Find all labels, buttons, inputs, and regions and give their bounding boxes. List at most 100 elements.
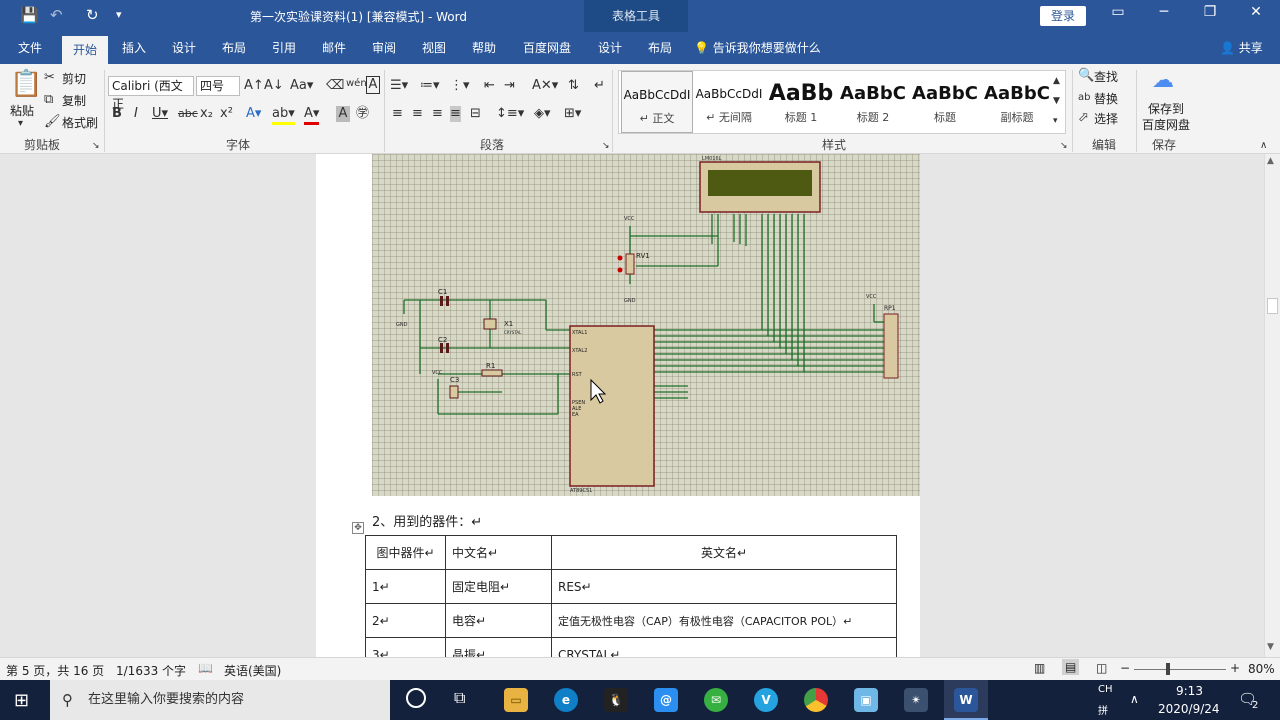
tab-home[interactable]: 开始 — [62, 36, 108, 64]
cut-button[interactable]: 剪切 — [62, 70, 86, 87]
zoom-out-icon[interactable]: − — [1120, 661, 1130, 675]
clipboard-launcher-icon[interactable]: ↘ — [92, 138, 100, 154]
style-subtitle[interactable]: AaBbC 副标题 — [981, 71, 1053, 133]
styles-scroll-down-icon[interactable]: ▼ — [1053, 93, 1060, 109]
table-header-cell[interactable]: 英文名↵ — [551, 535, 897, 570]
style-no-spacing[interactable]: AaBbCcDdI ↵ 无间隔 — [693, 71, 765, 133]
find-icon[interactable]: 🔍 — [1078, 68, 1094, 84]
styles-launcher-icon[interactable]: ↘ — [1060, 138, 1068, 154]
replace-button[interactable]: 替换 — [1094, 90, 1118, 107]
select-icon[interactable]: ⬀ — [1078, 110, 1089, 126]
tab-help[interactable]: 帮助 — [464, 32, 504, 64]
table-move-handle-icon[interactable]: ✥ — [352, 522, 364, 534]
table-header-cell[interactable]: 图中器件↵ — [365, 535, 446, 570]
ribbon-display-options-icon[interactable]: ▭ — [1106, 4, 1130, 20]
style-heading-2[interactable]: AaBbC 标题 2 — [837, 71, 909, 133]
collapse-ribbon-icon[interactable]: ∧ — [1260, 138, 1267, 154]
character-shading-icon[interactable]: A — [336, 106, 350, 122]
scrollbar-thumb[interactable] — [1267, 298, 1278, 314]
close-icon[interactable]: ✕ — [1244, 4, 1268, 20]
character-border-icon[interactable]: A — [366, 76, 380, 94]
increase-indent-icon[interactable]: ⇥ — [504, 78, 515, 94]
clear-formatting-icon[interactable]: ⌫ — [326, 78, 344, 94]
undo-icon[interactable]: ↶ — [50, 6, 63, 24]
proofing-icon[interactable]: 📖 — [198, 661, 213, 675]
paste-icon[interactable]: 📋 — [10, 68, 42, 100]
table-cell[interactable]: 固定电阻↵ — [445, 569, 552, 604]
enclose-characters-icon[interactable]: ㊫ — [356, 106, 369, 122]
format-painter-icon[interactable]: 🖌 — [44, 114, 61, 130]
grow-font-icon[interactable]: A↑ — [244, 78, 264, 94]
baidu-netdisk-icon[interactable]: ☁ — [1152, 68, 1174, 94]
change-case-icon[interactable]: Aa▾ — [290, 78, 313, 94]
table-header-cell[interactable]: 中文名↵ — [445, 535, 552, 570]
email-client-icon[interactable]: @ — [654, 688, 678, 712]
tab-table-design[interactable]: 设计 — [590, 32, 630, 64]
ime-indicator[interactable]: CH — [1098, 684, 1113, 695]
print-layout-icon[interactable]: ▤ — [1062, 659, 1080, 675]
bold-icon[interactable]: B — [112, 106, 122, 122]
read-mode-icon[interactable]: ▥ — [1034, 661, 1045, 675]
table-cell[interactable]: 定值无极性电容（CAP）有极性电容（CAPACITOR POL）↵ — [551, 603, 897, 638]
font-name-combo[interactable]: Calibri (西文正 — [108, 76, 194, 111]
wechat-icon[interactable]: ✉ — [704, 688, 728, 712]
tab-design[interactable]: 设计 — [164, 32, 204, 64]
copy-button[interactable]: 复制 — [62, 92, 86, 109]
word-taskbar-active[interactable]: W — [944, 680, 988, 720]
login-button[interactable]: 登录 — [1040, 6, 1086, 26]
zoom-level[interactable]: 80% — [1248, 662, 1275, 676]
word-count[interactable]: 1/1633 个字 — [116, 662, 186, 679]
tray-expand-icon[interactable]: ∧ — [1130, 692, 1139, 706]
show-marks-icon[interactable]: ↵ — [594, 78, 605, 94]
tab-insert[interactable]: 插入 — [114, 32, 154, 64]
table-cell[interactable]: 3↵ — [365, 637, 446, 657]
text-effects-icon[interactable]: A▾ — [246, 106, 261, 122]
paste-dropdown-icon[interactable]: ▾ — [18, 116, 23, 132]
underline-icon[interactable]: U▾ — [152, 106, 168, 122]
scroll-down-icon[interactable]: ▼ — [1267, 642, 1274, 652]
clock-date[interactable]: 2020/9/24 — [1158, 702, 1220, 716]
redo-icon[interactable]: ↻ — [86, 6, 99, 24]
style-normal[interactable]: AaBbCcDdI ↵ 正文 — [621, 71, 693, 133]
restore-icon[interactable]: ❐ — [1198, 4, 1222, 20]
style-title[interactable]: AaBbC 标题 — [909, 71, 981, 133]
font-color-icon[interactable]: A▾ — [304, 106, 320, 125]
tab-table-layout[interactable]: 布局 — [640, 32, 680, 64]
chinese-layout-icon[interactable]: A✕▾ — [532, 78, 558, 94]
table-cell[interactable]: CRYSTAL↵ — [551, 637, 897, 657]
circuit-schematic-image[interactable]: LM016L RV1 VCC GND C1 C2 X1 CRYSTAL R1 C… — [372, 154, 920, 496]
page-count[interactable]: 第 5 页，共 16 页 — [6, 662, 104, 679]
language[interactable]: 英语(美国) — [224, 662, 281, 679]
shrink-font-icon[interactable]: A↓ — [264, 78, 284, 94]
scroll-up-icon[interactable]: ▲ — [1267, 156, 1274, 166]
live-photo-icon[interactable]: ▣ — [854, 688, 878, 712]
zoom-in-icon[interactable]: + — [1230, 661, 1240, 675]
cortana-icon[interactable] — [406, 688, 426, 708]
paragraph-launcher-icon[interactable]: ↘ — [602, 138, 610, 154]
bullets-icon[interactable]: ☰▾ — [390, 78, 408, 94]
line-spacing-icon[interactable]: ↕≡▾ — [496, 106, 524, 122]
strikethrough-icon[interactable]: abc — [178, 106, 198, 122]
taskbar-search-box[interactable]: ⚲ 在这里输入你要搜索的内容 — [50, 680, 390, 720]
font-size-combo[interactable]: 四号 — [196, 76, 240, 96]
tab-mailings[interactable]: 邮件 — [314, 32, 354, 64]
tab-layout[interactable]: 布局 — [214, 32, 254, 64]
scissors-icon[interactable]: ✂ — [44, 70, 55, 86]
minimize-icon[interactable]: ─ — [1152, 4, 1176, 20]
phonetic-guide-icon[interactable]: wén — [346, 76, 367, 92]
save-to-label[interactable]: 保存到 — [1148, 100, 1184, 117]
select-button[interactable]: 选择 — [1094, 110, 1118, 127]
proteus-icon[interactable]: ✴ — [904, 688, 928, 712]
share-button[interactable]: 👤 共享 — [1220, 32, 1263, 64]
replace-icon[interactable]: ab — [1078, 90, 1090, 106]
style-heading-1[interactable]: AaBb 标题 1 — [765, 71, 837, 133]
styles-scroll-up-icon[interactable]: ▲ — [1053, 73, 1060, 89]
table-cell[interactable]: 1↵ — [365, 569, 446, 604]
highlight-color-icon[interactable]: ab▾ — [272, 106, 295, 125]
clock-time[interactable]: 9:13 — [1176, 684, 1203, 698]
styles-more-icon[interactable]: ▾ — [1053, 113, 1058, 129]
shading-icon[interactable]: ◈▾ — [534, 106, 551, 122]
tab-file[interactable]: 文件 — [8, 32, 52, 64]
table-cell[interactable]: 2↵ — [365, 603, 446, 638]
tab-baidu-netdisk[interactable]: 百度网盘 — [514, 32, 580, 64]
